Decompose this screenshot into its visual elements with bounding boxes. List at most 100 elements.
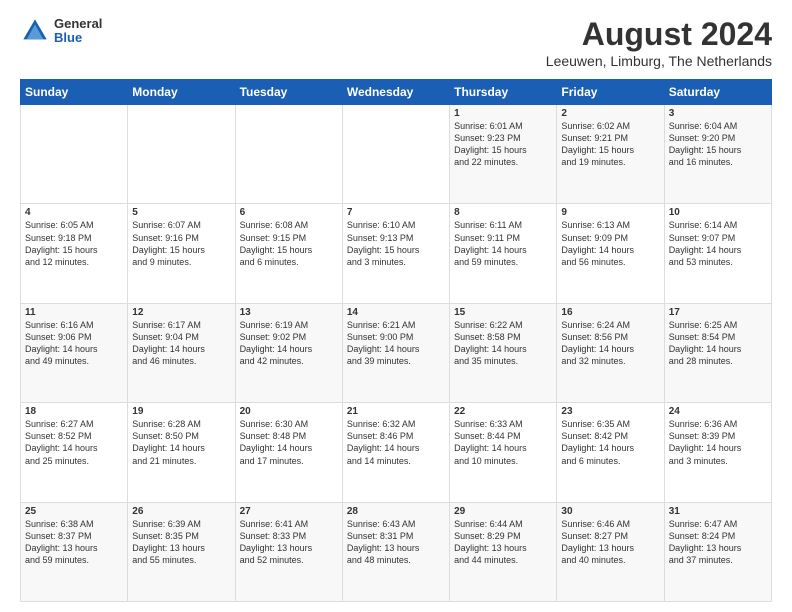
day-info: Sunrise: 6:36 AM Sunset: 8:39 PM Dayligh… bbox=[669, 418, 767, 467]
day-number: 12 bbox=[132, 307, 230, 318]
week-row-5: 25Sunrise: 6:38 AM Sunset: 8:37 PM Dayli… bbox=[21, 502, 772, 601]
day-number: 3 bbox=[669, 108, 767, 119]
day-number: 17 bbox=[669, 307, 767, 318]
day-info: Sunrise: 6:01 AM Sunset: 9:23 PM Dayligh… bbox=[454, 120, 552, 169]
calendar-cell: 28Sunrise: 6:43 AM Sunset: 8:31 PM Dayli… bbox=[342, 502, 449, 601]
weekday-header-row: Sunday Monday Tuesday Wednesday Thursday… bbox=[21, 80, 772, 105]
header: General Blue August 2024 Leeuwen, Limbur… bbox=[20, 16, 772, 69]
day-number: 23 bbox=[561, 406, 659, 417]
calendar-cell: 3Sunrise: 6:04 AM Sunset: 9:20 PM Daylig… bbox=[664, 105, 771, 204]
week-row-1: 1Sunrise: 6:01 AM Sunset: 9:23 PM Daylig… bbox=[21, 105, 772, 204]
day-info: Sunrise: 6:07 AM Sunset: 9:16 PM Dayligh… bbox=[132, 219, 230, 268]
day-info: Sunrise: 6:39 AM Sunset: 8:35 PM Dayligh… bbox=[132, 518, 230, 567]
calendar-subtitle: Leeuwen, Limburg, The Netherlands bbox=[546, 53, 772, 69]
page: General Blue August 2024 Leeuwen, Limbur… bbox=[0, 0, 792, 612]
calendar-cell: 4Sunrise: 6:05 AM Sunset: 9:18 PM Daylig… bbox=[21, 204, 128, 303]
calendar-cell: 22Sunrise: 6:33 AM Sunset: 8:44 PM Dayli… bbox=[450, 403, 557, 502]
header-tuesday: Tuesday bbox=[235, 80, 342, 105]
logo-general: General bbox=[54, 17, 102, 31]
calendar-cell bbox=[128, 105, 235, 204]
day-info: Sunrise: 6:22 AM Sunset: 8:58 PM Dayligh… bbox=[454, 319, 552, 368]
week-row-4: 18Sunrise: 6:27 AM Sunset: 8:52 PM Dayli… bbox=[21, 403, 772, 502]
day-number: 21 bbox=[347, 406, 445, 417]
day-number: 31 bbox=[669, 506, 767, 517]
day-number: 13 bbox=[240, 307, 338, 318]
day-number: 19 bbox=[132, 406, 230, 417]
logo-blue: Blue bbox=[54, 31, 102, 45]
logo-icon bbox=[20, 16, 50, 46]
title-block: August 2024 Leeuwen, Limburg, The Nether… bbox=[546, 16, 772, 69]
calendar-title: August 2024 bbox=[546, 16, 772, 53]
calendar-cell: 17Sunrise: 6:25 AM Sunset: 8:54 PM Dayli… bbox=[664, 303, 771, 402]
week-row-3: 11Sunrise: 6:16 AM Sunset: 9:06 PM Dayli… bbox=[21, 303, 772, 402]
header-saturday: Saturday bbox=[664, 80, 771, 105]
header-monday: Monday bbox=[128, 80, 235, 105]
header-friday: Friday bbox=[557, 80, 664, 105]
day-info: Sunrise: 6:19 AM Sunset: 9:02 PM Dayligh… bbox=[240, 319, 338, 368]
day-info: Sunrise: 6:33 AM Sunset: 8:44 PM Dayligh… bbox=[454, 418, 552, 467]
calendar-cell: 27Sunrise: 6:41 AM Sunset: 8:33 PM Dayli… bbox=[235, 502, 342, 601]
calendar-cell: 29Sunrise: 6:44 AM Sunset: 8:29 PM Dayli… bbox=[450, 502, 557, 601]
day-info: Sunrise: 6:35 AM Sunset: 8:42 PM Dayligh… bbox=[561, 418, 659, 467]
week-row-2: 4Sunrise: 6:05 AM Sunset: 9:18 PM Daylig… bbox=[21, 204, 772, 303]
calendar-cell: 21Sunrise: 6:32 AM Sunset: 8:46 PM Dayli… bbox=[342, 403, 449, 502]
calendar-table: Sunday Monday Tuesday Wednesday Thursday… bbox=[20, 79, 772, 602]
header-wednesday: Wednesday bbox=[342, 80, 449, 105]
day-info: Sunrise: 6:10 AM Sunset: 9:13 PM Dayligh… bbox=[347, 219, 445, 268]
day-info: Sunrise: 6:04 AM Sunset: 9:20 PM Dayligh… bbox=[669, 120, 767, 169]
day-number: 16 bbox=[561, 307, 659, 318]
day-number: 20 bbox=[240, 406, 338, 417]
day-info: Sunrise: 6:02 AM Sunset: 9:21 PM Dayligh… bbox=[561, 120, 659, 169]
day-info: Sunrise: 6:13 AM Sunset: 9:09 PM Dayligh… bbox=[561, 219, 659, 268]
day-info: Sunrise: 6:47 AM Sunset: 8:24 PM Dayligh… bbox=[669, 518, 767, 567]
day-info: Sunrise: 6:38 AM Sunset: 8:37 PM Dayligh… bbox=[25, 518, 123, 567]
day-number: 26 bbox=[132, 506, 230, 517]
calendar-cell: 7Sunrise: 6:10 AM Sunset: 9:13 PM Daylig… bbox=[342, 204, 449, 303]
day-number: 4 bbox=[25, 207, 123, 218]
day-number: 30 bbox=[561, 506, 659, 517]
calendar-cell: 26Sunrise: 6:39 AM Sunset: 8:35 PM Dayli… bbox=[128, 502, 235, 601]
calendar-cell: 13Sunrise: 6:19 AM Sunset: 9:02 PM Dayli… bbox=[235, 303, 342, 402]
calendar-cell: 25Sunrise: 6:38 AM Sunset: 8:37 PM Dayli… bbox=[21, 502, 128, 601]
day-number: 24 bbox=[669, 406, 767, 417]
calendar-cell: 23Sunrise: 6:35 AM Sunset: 8:42 PM Dayli… bbox=[557, 403, 664, 502]
day-info: Sunrise: 6:14 AM Sunset: 9:07 PM Dayligh… bbox=[669, 219, 767, 268]
calendar-cell: 31Sunrise: 6:47 AM Sunset: 8:24 PM Dayli… bbox=[664, 502, 771, 601]
calendar-cell bbox=[235, 105, 342, 204]
header-thursday: Thursday bbox=[450, 80, 557, 105]
logo-text: General Blue bbox=[54, 17, 102, 46]
day-number: 11 bbox=[25, 307, 123, 318]
logo: General Blue bbox=[20, 16, 102, 46]
calendar-cell bbox=[342, 105, 449, 204]
calendar-cell: 19Sunrise: 6:28 AM Sunset: 8:50 PM Dayli… bbox=[128, 403, 235, 502]
day-number: 28 bbox=[347, 506, 445, 517]
day-number: 8 bbox=[454, 207, 552, 218]
day-number: 2 bbox=[561, 108, 659, 119]
calendar-cell bbox=[21, 105, 128, 204]
calendar-cell: 11Sunrise: 6:16 AM Sunset: 9:06 PM Dayli… bbox=[21, 303, 128, 402]
calendar-cell: 15Sunrise: 6:22 AM Sunset: 8:58 PM Dayli… bbox=[450, 303, 557, 402]
calendar-cell: 14Sunrise: 6:21 AM Sunset: 9:00 PM Dayli… bbox=[342, 303, 449, 402]
day-info: Sunrise: 6:43 AM Sunset: 8:31 PM Dayligh… bbox=[347, 518, 445, 567]
day-info: Sunrise: 6:30 AM Sunset: 8:48 PM Dayligh… bbox=[240, 418, 338, 467]
header-sunday: Sunday bbox=[21, 80, 128, 105]
calendar-cell: 6Sunrise: 6:08 AM Sunset: 9:15 PM Daylig… bbox=[235, 204, 342, 303]
day-info: Sunrise: 6:21 AM Sunset: 9:00 PM Dayligh… bbox=[347, 319, 445, 368]
day-number: 7 bbox=[347, 207, 445, 218]
day-info: Sunrise: 6:46 AM Sunset: 8:27 PM Dayligh… bbox=[561, 518, 659, 567]
calendar-cell: 18Sunrise: 6:27 AM Sunset: 8:52 PM Dayli… bbox=[21, 403, 128, 502]
calendar-cell: 5Sunrise: 6:07 AM Sunset: 9:16 PM Daylig… bbox=[128, 204, 235, 303]
day-info: Sunrise: 6:41 AM Sunset: 8:33 PM Dayligh… bbox=[240, 518, 338, 567]
day-info: Sunrise: 6:25 AM Sunset: 8:54 PM Dayligh… bbox=[669, 319, 767, 368]
calendar-cell: 24Sunrise: 6:36 AM Sunset: 8:39 PM Dayli… bbox=[664, 403, 771, 502]
day-number: 18 bbox=[25, 406, 123, 417]
day-number: 15 bbox=[454, 307, 552, 318]
day-number: 25 bbox=[25, 506, 123, 517]
day-info: Sunrise: 6:24 AM Sunset: 8:56 PM Dayligh… bbox=[561, 319, 659, 368]
day-number: 1 bbox=[454, 108, 552, 119]
day-info: Sunrise: 6:27 AM Sunset: 8:52 PM Dayligh… bbox=[25, 418, 123, 467]
calendar-cell: 1Sunrise: 6:01 AM Sunset: 9:23 PM Daylig… bbox=[450, 105, 557, 204]
day-number: 9 bbox=[561, 207, 659, 218]
day-number: 14 bbox=[347, 307, 445, 318]
day-number: 27 bbox=[240, 506, 338, 517]
